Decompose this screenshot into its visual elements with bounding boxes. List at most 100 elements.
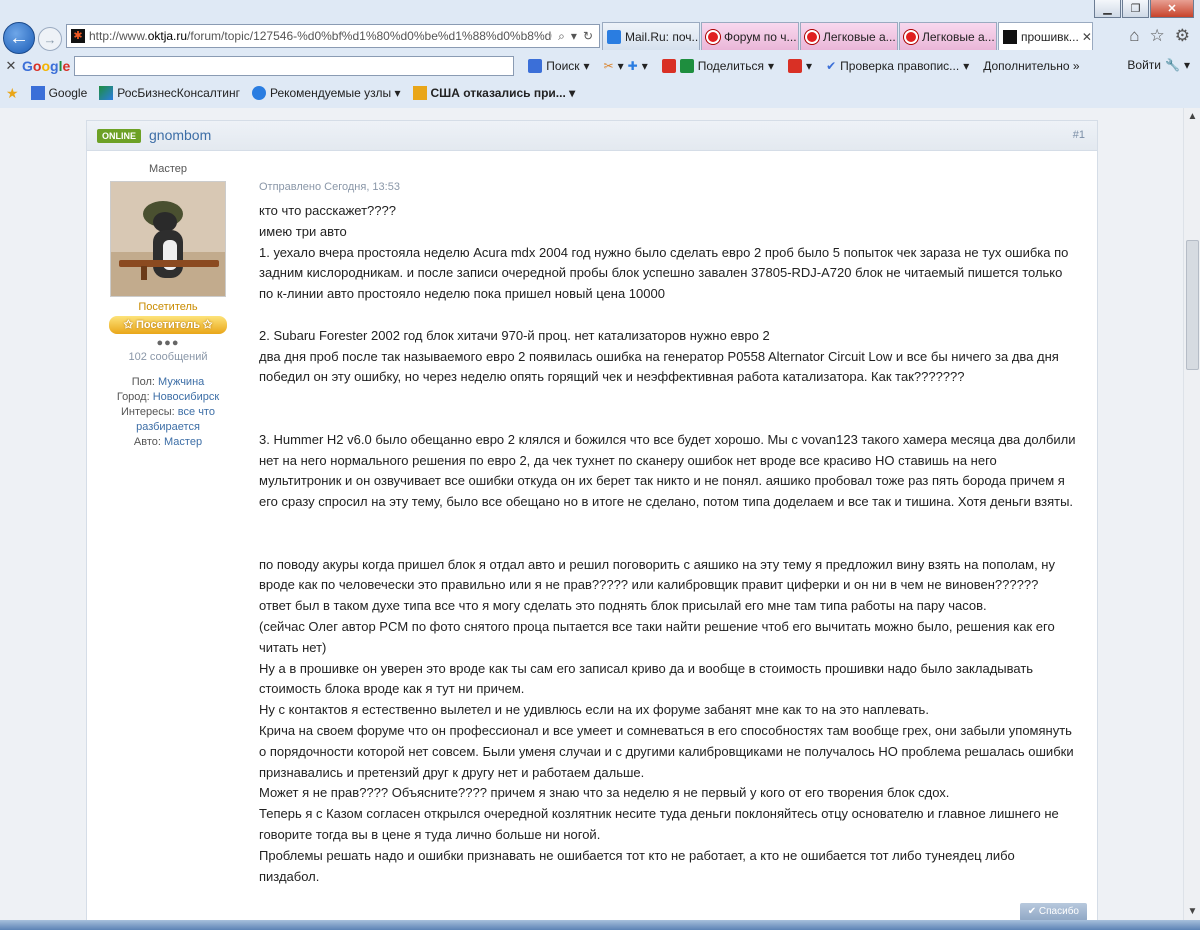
post-text-line: пиздабол.: [259, 868, 320, 884]
post-text-line: имею три авто: [259, 223, 347, 239]
page-viewport: ONLINE gnombom #1 Мастер Посетитель ✩ По…: [0, 108, 1183, 920]
rbc-icon: [99, 86, 114, 100]
author-panel: Мастер Посетитель ✩ Посетитель ✩ ●●● 102…: [101, 151, 235, 450]
fav-recommended[interactable]: Рекомендуемые узлы ▾: [251, 86, 401, 100]
author-title: Мастер: [148, 163, 188, 175]
refresh-icon[interactable]: ↻: [583, 29, 593, 44]
profile-car: Авто: Мастер: [133, 436, 203, 448]
checkmark-icon: ✔: [826, 59, 837, 73]
dropdown-icon[interactable]: ▾: [571, 29, 577, 44]
post-text-line: читать нет): [259, 639, 327, 655]
google-toolbar: ✕ Google Поиск ▾ ✂ ▾ ✚ ▾ Поделиться ▾ ▾ ✔ П…: [0, 53, 1200, 79]
forum-post: ONLINE gnombom #1 Мастер Посетитель ✩ По…: [86, 120, 1098, 920]
navigation-row: ← → ✱ http://www.oktja.ru/forum/topic/12…: [0, 20, 1200, 54]
tools-button[interactable]: ✂ ▾ ✚ ▾: [604, 59, 648, 73]
tab-cars-1[interactable]: Легковые а...: [800, 22, 898, 50]
post-text-line: Ну а в прошивке он уверен это вроде как …: [259, 660, 1034, 676]
post-text-line: [259, 534, 1091, 555]
post-text-line: Может я не прав???? Объясните???? причем…: [259, 785, 950, 801]
site-favicon-icon: ✱: [71, 29, 85, 43]
minimize-button[interactable]: ▁: [1094, 0, 1121, 18]
address-url[interactable]: http://www.oktja.ru/forum/topic/127546-%…: [89, 29, 552, 43]
fav-google[interactable]: Google: [30, 86, 87, 100]
fav-news[interactable]: США отказались при... ▾: [412, 86, 575, 100]
forward-button[interactable]: →: [38, 27, 62, 51]
home-icon[interactable]: ⌂: [1129, 26, 1139, 46]
post-text-line: по к-линии авто простояло неделю пока пр…: [259, 286, 665, 302]
address-tools: ⌕ ▾ ↻: [552, 29, 599, 44]
close-toolbar-icon[interactable]: ✕: [0, 58, 22, 74]
close-tab-icon[interactable]: ✕: [1079, 30, 1092, 44]
post-text-line: нет на него нормального решения по евро …: [259, 452, 997, 468]
signin-button[interactable]: Войти 🔧 ▾: [1127, 58, 1190, 72]
post-text-line: его сразу спросил на эту тему, было все …: [259, 494, 1074, 510]
ie-icon: [251, 86, 266, 100]
post-text-line: [259, 388, 1091, 409]
post-text-line: Крича на своем форуме что он профессиона…: [259, 722, 1072, 738]
plus-icon: ✚: [627, 59, 638, 73]
profile-gender: Пол: Мужчина: [131, 376, 205, 388]
spellcheck-button[interactable]: ✔ Проверка правопис... ▾: [826, 59, 969, 73]
post-text-line: Ну с контактов я естественно вылетел и н…: [259, 702, 929, 718]
scroll-up-icon[interactable]: ▲: [1184, 108, 1200, 125]
star-icon[interactable]: ☆: [1150, 26, 1165, 46]
post-header: ONLINE gnombom #1: [87, 121, 1097, 151]
google-logo: Google: [22, 58, 71, 74]
translate-icon: [788, 59, 803, 73]
tab-strip: Mail.Ru: поч... Форум по ч... Легковые а…: [602, 22, 1093, 50]
post-text-line: задним кислородникам. и после записи оче…: [259, 265, 1063, 281]
stop-icon: [706, 29, 720, 44]
tab-forum[interactable]: Форум по ч...: [701, 22, 799, 50]
post-text-line: два дня проб после так называемого евро …: [259, 348, 1059, 364]
avatar-image: [111, 182, 225, 296]
post-count: 102 сообщений: [128, 351, 208, 363]
post-date: Отправлено Сегодня, 13:53: [259, 181, 400, 193]
more-button[interactable]: Дополнительно »: [983, 59, 1079, 73]
maximize-button[interactable]: ❐: [1122, 0, 1149, 18]
thanks-button[interactable]: ✔ Спасибо: [1019, 903, 1087, 920]
translate-button[interactable]: ▾: [788, 59, 812, 73]
window-controls: ▁ ❐ ✕: [1094, 0, 1194, 18]
tools-icon: ✂: [603, 59, 614, 73]
browser-right-icons: ⌂ ☆ ⚙: [1129, 26, 1190, 46]
scrollbar-thumb[interactable]: [1186, 240, 1199, 370]
google-search-input[interactable]: [74, 56, 515, 76]
browser-chrome: ▁ ❐ ✕ ← → ✱ http://www.oktja.ru/forum/to…: [0, 0, 1200, 108]
post-text-line: по поводу акуры когда пришел блок я отда…: [259, 556, 1055, 572]
search-icon: [528, 59, 543, 73]
post-text-line: мультитроник и он озвучивает все ошибки …: [259, 473, 1065, 489]
scroll-down-icon[interactable]: ▼: [1184, 903, 1200, 920]
favorites-star-icon[interactable]: ★: [6, 85, 19, 102]
google-icon: [30, 86, 45, 100]
stop-icon: [805, 29, 819, 44]
post-text-line: 1. уехало вчера простояла неделю Acura m…: [259, 244, 1069, 260]
post-text-line: Теперь я с Казом согласен открылся очере…: [259, 806, 1059, 822]
vertical-scrollbar[interactable]: ▲ ▼: [1183, 108, 1200, 920]
post-text-line: вроде как по человечески это правильно и…: [259, 577, 1039, 593]
fav-rbc[interactable]: РосБизнесКонсалтинг: [99, 86, 240, 100]
tab-cars-2[interactable]: Легковые а...: [899, 22, 997, 50]
os-taskbar: [0, 920, 1200, 930]
star-icon: ✩: [199, 319, 213, 331]
post-text-line: Проблемы решать надо и ошибки признавать…: [259, 847, 1015, 863]
gear-icon[interactable]: ⚙: [1175, 26, 1190, 46]
site-icon: [1003, 29, 1017, 44]
back-button[interactable]: ←: [3, 22, 35, 54]
tab-mailru[interactable]: Mail.Ru: поч...: [602, 22, 700, 50]
post-number-link[interactable]: #1: [1073, 129, 1085, 141]
search-icon[interactable]: ⌕: [558, 29, 565, 44]
post-username[interactable]: gnombom: [149, 127, 211, 143]
share-button[interactable]: Поделиться ▾: [661, 59, 774, 73]
share-icon: [679, 59, 694, 73]
post-text-line: кто что расскажет????: [259, 203, 396, 218]
rank-badge: ✩ Посетитель ✩: [109, 316, 227, 334]
post-text-line: [259, 513, 1091, 534]
google-search-button[interactable]: Поиск ▾: [528, 59, 590, 73]
tab-active[interactable]: прошивк... ✕: [998, 22, 1093, 50]
avatar[interactable]: [110, 181, 226, 297]
favorites-bar: ★ Google РосБизнесКонсалтинг Рекомендуем…: [0, 80, 1200, 106]
post-text-line: ответ был в таком духе типа все что я мо…: [259, 598, 987, 614]
close-window-button[interactable]: ✕: [1150, 0, 1194, 18]
address-bar[interactable]: ✱ http://www.oktja.ru/forum/topic/127546…: [66, 24, 600, 48]
profile-fields: Пол: Мужчина Город: Новосибирск Интересы…: [101, 375, 235, 450]
